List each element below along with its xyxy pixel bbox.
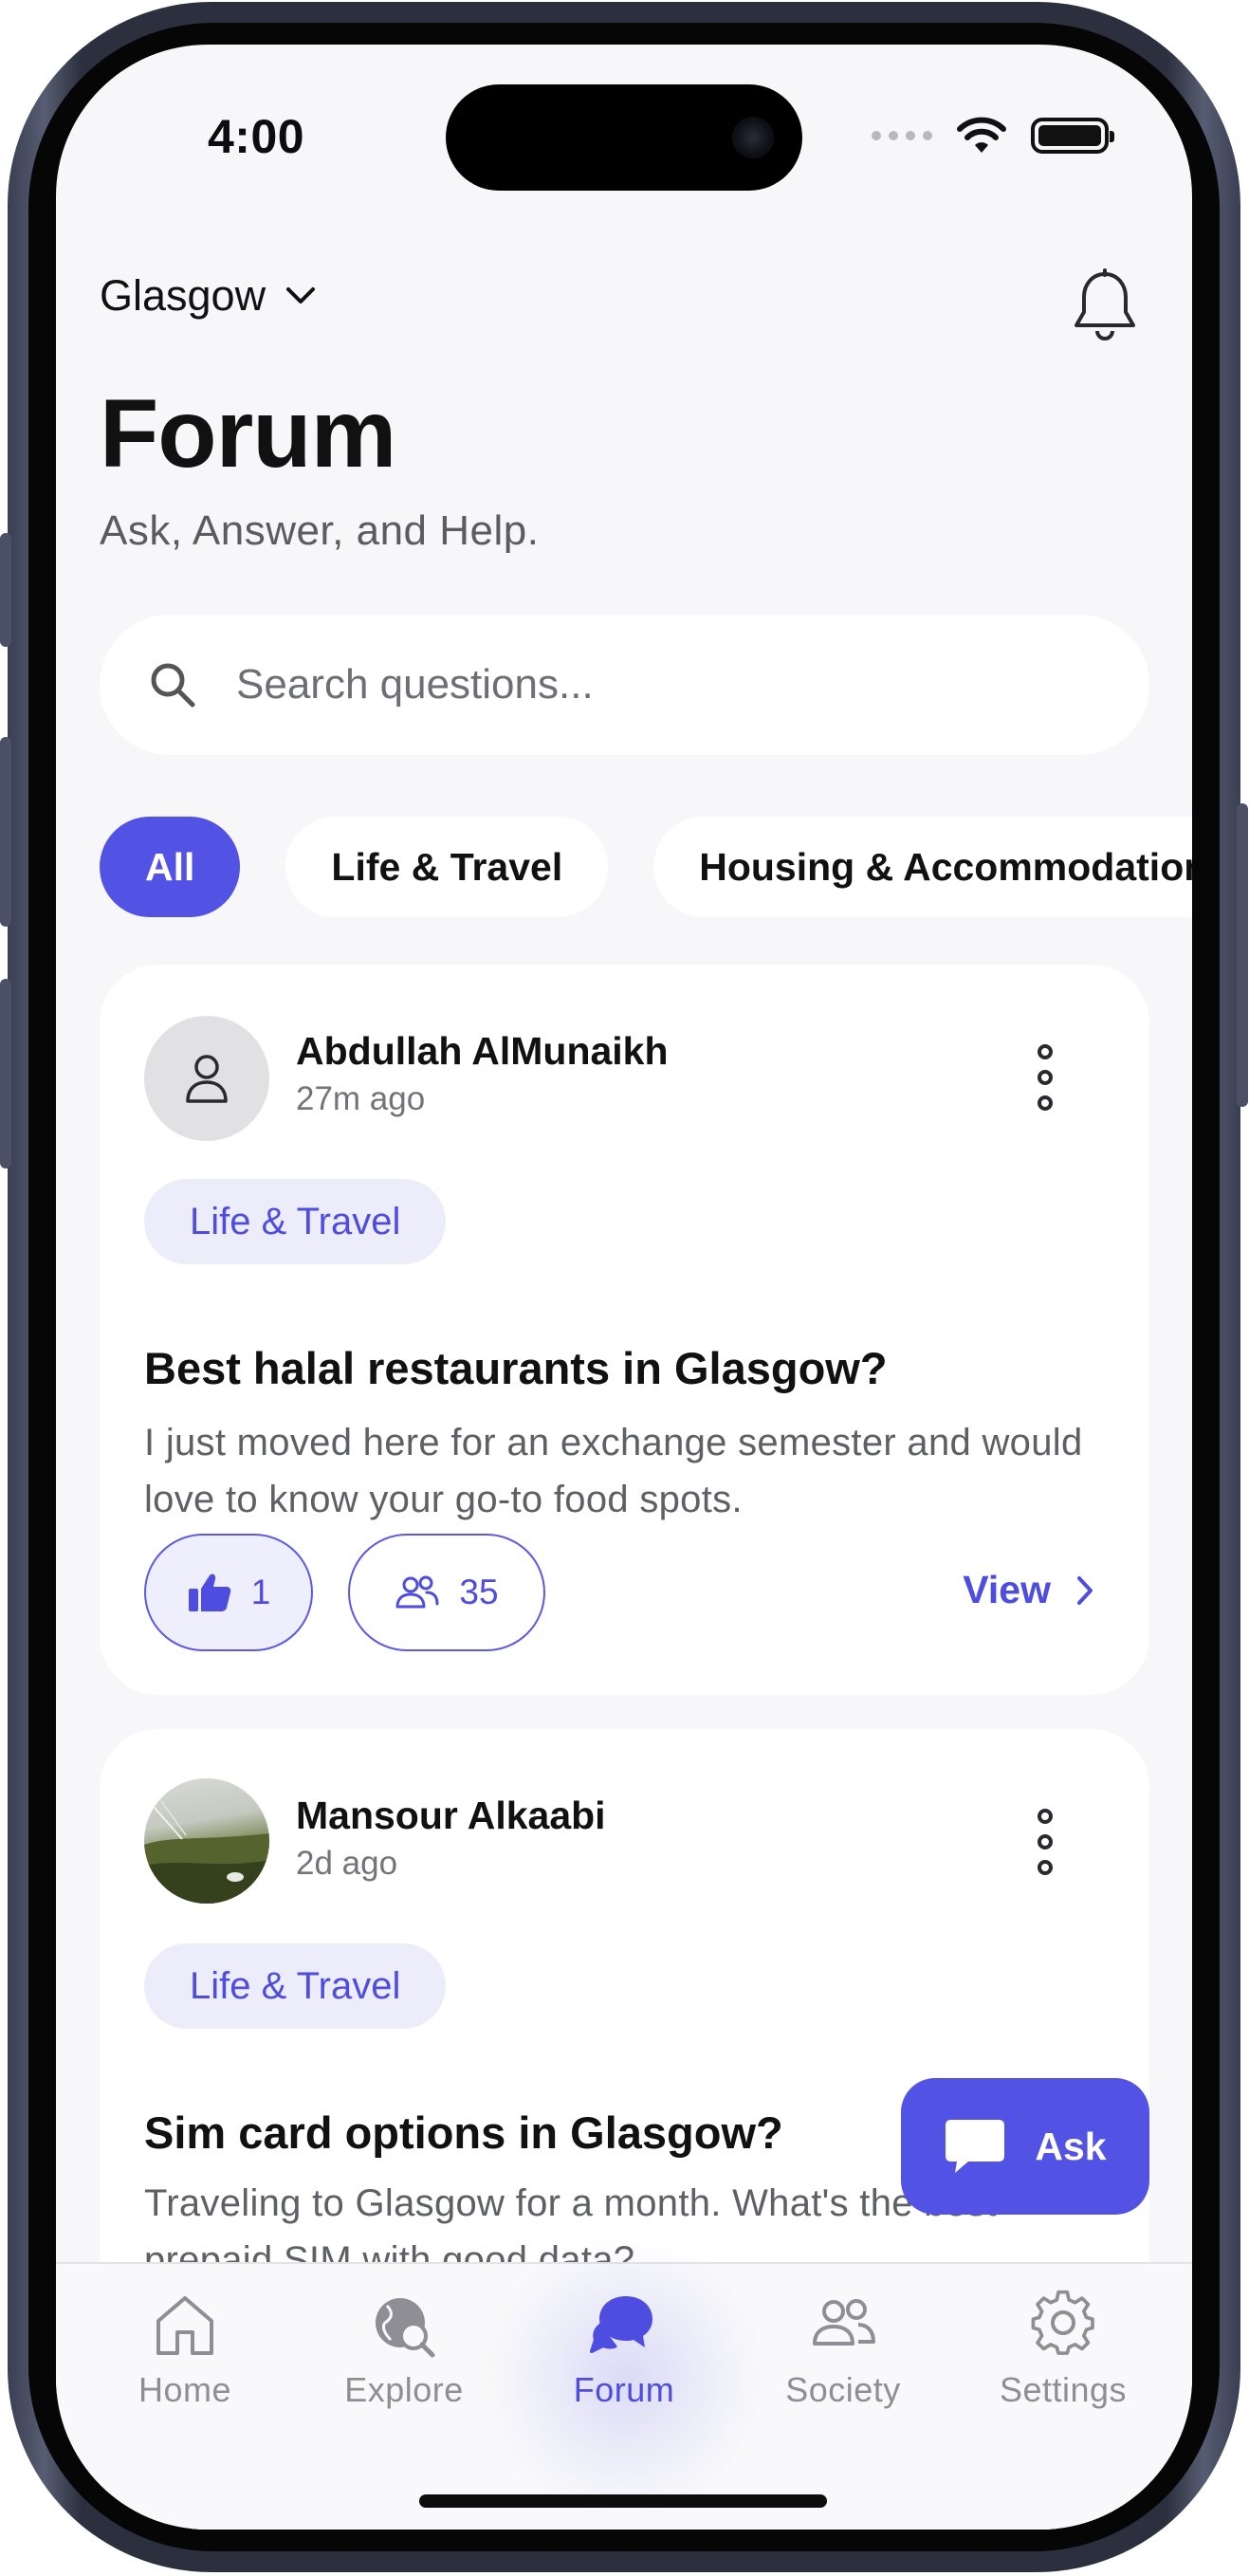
view-button[interactable]: View [963, 1568, 1094, 1612]
category-filter: All Life & Travel Housing & Accommodatio… [100, 817, 1192, 917]
page-subtitle: Ask, Answer, and Help. [100, 507, 540, 554]
city-label: Glasgow [100, 271, 266, 320]
tab-home[interactable]: Home [90, 2289, 280, 2410]
chevron-right-icon [1077, 1575, 1093, 1605]
home-indicator [419, 2494, 827, 2508]
search-bar[interactable]: Search questions... [100, 615, 1149, 755]
like-button[interactable]: 1 [144, 1534, 313, 1651]
home-icon [156, 2296, 213, 2355]
post-author[interactable]: Abdullah AlMunaikh [296, 1029, 669, 1074]
city-selector[interactable]: Glasgow [100, 271, 317, 321]
ask-button[interactable]: Ask [901, 2078, 1149, 2215]
post-title[interactable]: Best halal restaurants in Glasgow? [144, 1342, 888, 1394]
wifi-icon [957, 117, 1006, 153]
gear-icon [1031, 2290, 1094, 2355]
tab-settings-label: Settings [999, 2370, 1128, 2409]
participant-count: 35 [459, 1573, 499, 1611]
search-input[interactable]: Search questions... [236, 661, 594, 708]
tab-settings[interactable]: Settings [968, 2289, 1158, 2410]
avatar[interactable] [144, 1016, 269, 1141]
user-icon [186, 1055, 228, 1103]
post-tag[interactable]: Life & Travel [144, 1943, 447, 2029]
chip-all[interactable]: All [100, 817, 241, 917]
post-title[interactable]: Sim card options in Glasgow? [144, 2107, 783, 2159]
thumbs-up-icon [188, 1573, 230, 1611]
tab-society-label: Society [785, 2370, 901, 2409]
chip-life-travel[interactable]: Life & Travel [285, 817, 609, 917]
status-time: 4:00 [208, 110, 305, 163]
post-card[interactable]: Abdullah AlMunaikh 27m ago Life & Travel… [100, 965, 1149, 1695]
post-time: 2d ago [296, 1845, 398, 1882]
tab-bar: Home Explore Forum Society Settings [56, 2236, 1192, 2530]
tab-explore[interactable]: Explore [309, 2289, 499, 2410]
tab-home-label: Home [138, 2370, 232, 2409]
view-label: View [963, 1568, 1051, 1611]
like-count: 1 [250, 1573, 271, 1611]
post-body: I just moved here for an exchange semest… [144, 1422, 1083, 1520]
app-screen: 4:00 Glasgow Forum Ask, Answer, and Help… [56, 45, 1192, 2530]
battery-icon [1031, 118, 1114, 154]
more-options-icon[interactable] [1036, 1809, 1055, 1875]
status-indicators [872, 117, 1114, 155]
people-icon [395, 1575, 439, 1609]
post-time: 27m ago [296, 1080, 426, 1117]
participants-button[interactable]: 35 [348, 1534, 545, 1651]
ask-label: Ask [1035, 2124, 1107, 2168]
avatar-photo [144, 1800, 269, 1904]
globe-search-icon [376, 2298, 435, 2358]
chat-bubbles-icon [590, 2296, 652, 2353]
avatar[interactable] [144, 1778, 269, 1904]
chat-bubble-icon [946, 2120, 1005, 2173]
chevron-down-icon [286, 287, 316, 304]
cellular-signal-icon [872, 131, 932, 140]
more-options-icon[interactable] [1036, 1044, 1055, 1111]
tab-society[interactable]: Society [748, 2289, 938, 2410]
chip-housing[interactable]: Housing & Accommodation [653, 817, 1192, 917]
post-tag[interactable]: Life & Travel [144, 1179, 447, 1264]
tab-forum-label: Forum [573, 2370, 675, 2409]
post-author[interactable]: Mansour Alkaabi [296, 1794, 606, 1838]
page-title: Forum [100, 379, 396, 488]
tab-explore-label: Explore [344, 2370, 464, 2409]
bell-icon[interactable] [1071, 268, 1139, 344]
tab-forum[interactable]: Forum [529, 2289, 719, 2410]
people-icon [813, 2299, 875, 2346]
search-icon [151, 663, 195, 708]
dynamic-island [446, 84, 802, 191]
